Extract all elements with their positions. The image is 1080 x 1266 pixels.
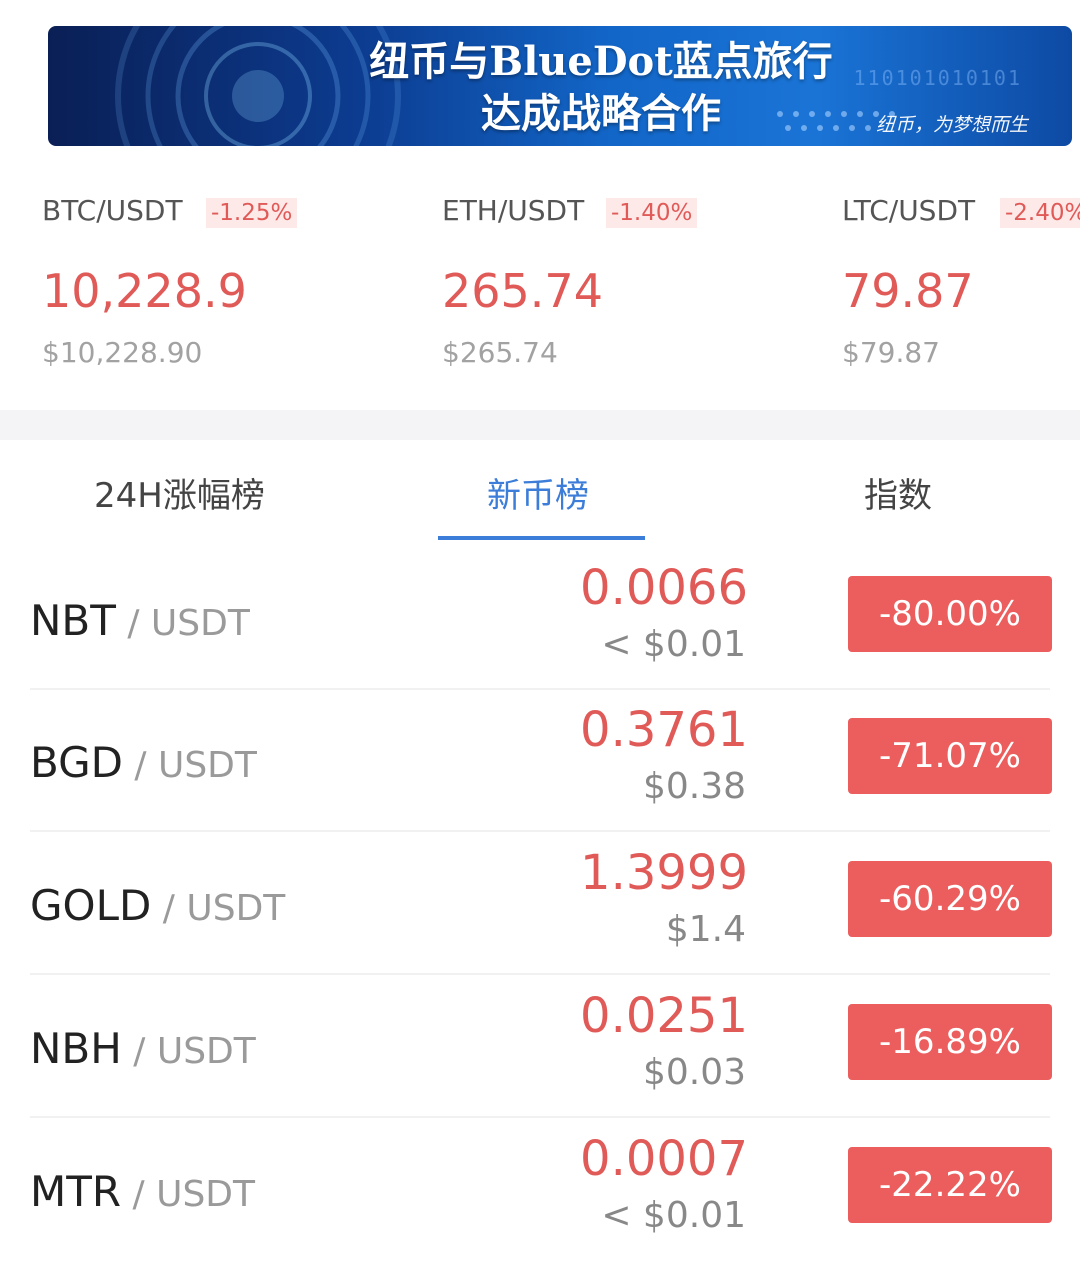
tab-index[interactable]: 指数	[864, 468, 932, 517]
pair-symbol: NBH / USDT	[30, 1024, 256, 1073]
last-price: 0.0007	[580, 1131, 748, 1187]
usd-price: $0.38	[642, 766, 746, 807]
ticker-row: BTC/USDT -1.25% 10,228.9 $10,228.90 ETH/…	[0, 180, 1080, 410]
base-symbol: BGD	[30, 738, 123, 787]
base-symbol: MTR	[30, 1167, 122, 1216]
row-divider	[30, 830, 1050, 832]
list-item[interactable]: GOLD / USDT 1.3999 $1.4 -60.29%	[0, 833, 1080, 975]
ticker-pair: LTC/USDT	[842, 194, 976, 227]
list-item[interactable]: BGD / USDT 0.3761 $0.38 -71.07%	[0, 690, 1080, 832]
change-badge: -80.00%	[848, 576, 1052, 652]
tab-new-coins[interactable]: 新币榜	[487, 468, 589, 517]
pair-symbol: NBT / USDT	[30, 596, 250, 645]
tab-24h-gainers[interactable]: 24H涨幅榜	[94, 468, 265, 517]
ticker-eth[interactable]: ETH/USDT -1.40% 265.74 $265.74	[442, 180, 802, 380]
ticker-usd-price: $79.87	[842, 336, 940, 369]
last-price: 1.3999	[580, 845, 748, 901]
ticker-change: -1.25%	[206, 198, 298, 228]
ticker-btc[interactable]: BTC/USDT -1.25% 10,228.9 $10,228.90	[42, 180, 402, 380]
quote-symbol: / USDT	[122, 745, 257, 786]
quote-symbol: / USDT	[121, 1174, 256, 1215]
ticker-pair: BTC/USDT	[42, 194, 183, 227]
section-divider	[0, 410, 1080, 440]
change-badge: -22.22%	[848, 1147, 1052, 1223]
banner-title-line2: 达成战略合作	[481, 90, 721, 137]
pair-symbol: GOLD / USDT	[30, 881, 285, 930]
ranking-tabs: 24H涨幅榜 新币榜 指数	[0, 440, 1080, 542]
row-divider	[30, 1116, 1050, 1118]
base-symbol: NBT	[30, 596, 116, 645]
change-badge: -71.07%	[848, 718, 1052, 794]
quote-symbol: / USDT	[121, 1031, 256, 1072]
quote-symbol: / USDT	[115, 603, 250, 644]
last-price: 0.0251	[580, 988, 748, 1044]
last-price: 0.3761	[580, 702, 748, 758]
ticker-price: 79.87	[842, 264, 974, 318]
ticker-ltc[interactable]: LTC/USDT -2.40% 79.87 $79.87	[842, 180, 1080, 380]
banner-slogan: 纽币，为梦想而生	[875, 114, 1028, 136]
banner-title: 纽币与BlueDot蓝点旅行 达成战略合作	[306, 36, 896, 140]
base-symbol: GOLD	[30, 881, 152, 930]
usd-price: < $0.01	[601, 1195, 746, 1236]
ticker-change: -2.40%	[1000, 198, 1080, 228]
pair-symbol: BGD / USDT	[30, 738, 257, 787]
ticker-change: -1.40%	[606, 198, 698, 228]
change-badge: -16.89%	[848, 1004, 1052, 1080]
ticker-usd-price: $10,228.90	[42, 336, 203, 369]
change-badge: -60.29%	[848, 861, 1052, 937]
base-symbol: NBH	[30, 1024, 122, 1073]
banner-title-line1: 纽币与BlueDot蓝点旅行	[369, 38, 833, 85]
row-divider	[30, 973, 1050, 975]
usd-price: $1.4	[665, 909, 746, 950]
pair-symbol: MTR / USDT	[30, 1167, 255, 1216]
ticker-price: 10,228.9	[42, 264, 247, 318]
usd-price: $0.03	[642, 1052, 746, 1093]
usd-price: < $0.01	[601, 624, 746, 665]
ticker-price: 265.74	[442, 264, 603, 318]
active-tab-indicator	[438, 536, 645, 540]
last-price: 0.0066	[580, 560, 748, 616]
ticker-pair: ETH/USDT	[442, 194, 585, 227]
ticker-usd-price: $265.74	[442, 336, 558, 369]
list-item[interactable]: NBT / USDT 0.0066 < $0.01 -80.00%	[0, 548, 1080, 690]
list-item[interactable]: NBH / USDT 0.0251 $0.03 -16.89%	[0, 976, 1080, 1118]
quote-symbol: / USDT	[151, 888, 286, 929]
list-item[interactable]: MTR / USDT 0.0007 < $0.01 -22.22%	[0, 1119, 1080, 1261]
promo-banner[interactable]: 110101010101 纽币与BlueDot蓝点旅行 达成战略合作 纽币，为梦…	[48, 26, 1072, 146]
